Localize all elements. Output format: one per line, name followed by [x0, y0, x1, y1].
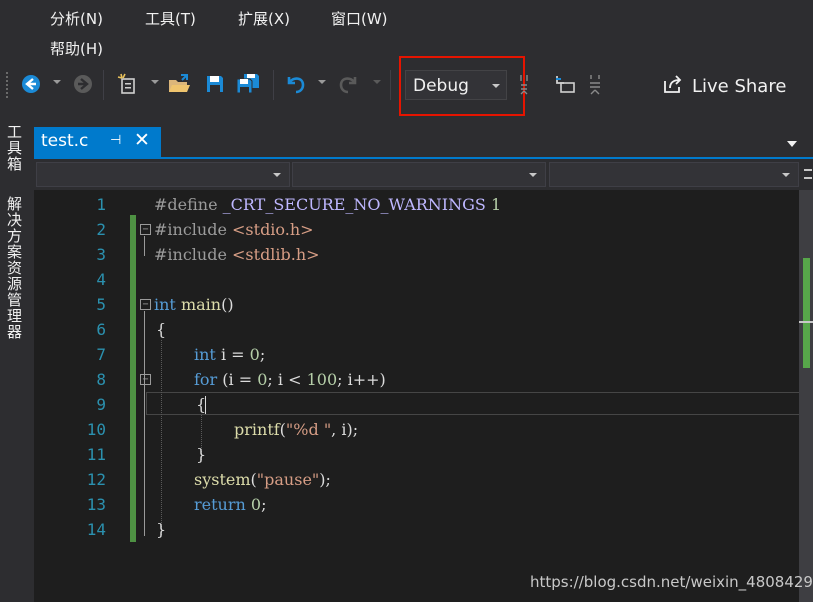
- text-cursor: [205, 396, 206, 414]
- new-project-icon[interactable]: [116, 72, 140, 96]
- line-number: 12: [86, 470, 106, 489]
- chevron-down-icon: [273, 173, 281, 177]
- back-icon[interactable]: [20, 72, 42, 96]
- project-dropdown[interactable]: [36, 162, 290, 187]
- line-number: 14: [86, 520, 106, 539]
- code-line: for (i = 0; i < 100; i++): [194, 370, 386, 389]
- member-dropdown[interactable]: [549, 162, 799, 187]
- collapse-icon[interactable]: −: [140, 374, 151, 385]
- step-icon[interactable]: [553, 72, 577, 96]
- chevron-down-icon: [492, 84, 500, 88]
- scrollbar-caret-marker: [799, 321, 813, 323]
- back-dropdown-arrow[interactable]: [53, 80, 61, 84]
- pin-icon[interactable]: ⊣: [110, 133, 121, 148]
- scrollbar-thumb[interactable]: [803, 258, 810, 368]
- side-rail: 工具箱 解决方案资源管理器: [0, 120, 30, 602]
- line-number: 10: [86, 420, 106, 439]
- line-number: 9: [96, 395, 106, 414]
- undo-dropdown-arrow[interactable]: [318, 80, 326, 84]
- tab-title: test.c: [41, 131, 89, 151]
- outline-guide: [144, 311, 145, 536]
- line-number: 3: [96, 245, 106, 264]
- code-line: #include <stdlib.h>: [154, 245, 320, 264]
- change-tracking-bar: [130, 215, 136, 542]
- menu-analyze[interactable]: 分析(N): [50, 8, 103, 29]
- line-number: 1: [96, 195, 106, 214]
- line-number: 11: [86, 445, 106, 464]
- line-number: 13: [86, 495, 106, 514]
- line-number: 7: [96, 345, 106, 364]
- navigation-bar: [34, 159, 813, 190]
- line-number: 6: [96, 320, 106, 339]
- open-folder-icon[interactable]: [166, 72, 192, 96]
- line-number-gutter: 1 2 3 4 5 6 7 8 9 10 11 12 13 14: [34, 190, 108, 602]
- solution-config-value: Debug: [413, 76, 469, 96]
- toolbar-separator: [390, 70, 391, 100]
- toolbar-separator: [103, 70, 104, 100]
- save-icon[interactable]: [203, 72, 227, 96]
- menu-help[interactable]: 帮助(H): [50, 38, 103, 59]
- code-editor[interactable]: 1 2 3 4 5 6 7 8 9 10 11 12 13 14 − − − #…: [34, 190, 813, 602]
- code-line: system("pause");: [194, 470, 331, 489]
- menu-tools[interactable]: 工具(T): [145, 8, 196, 29]
- code-line: }: [156, 520, 167, 539]
- menu-window[interactable]: 窗口(W): [331, 8, 388, 29]
- live-share-button[interactable]: Live Share: [662, 74, 786, 99]
- code-line: {: [156, 320, 167, 339]
- current-line-highlight: [146, 392, 800, 415]
- split-handle-icon[interactable]: [804, 169, 812, 179]
- solution-config-dropdown[interactable]: Debug: [405, 70, 507, 100]
- collapse-icon[interactable]: −: [140, 299, 151, 310]
- code-line: return 0;: [194, 495, 267, 514]
- close-icon[interactable]: ✕: [134, 129, 150, 151]
- indent-guide: [161, 340, 162, 535]
- redo-icon: [336, 72, 362, 96]
- forward-icon: [72, 72, 94, 96]
- chevron-down-icon: [529, 173, 537, 177]
- line-number: 2: [96, 220, 106, 239]
- collapse-icon[interactable]: −: [140, 224, 151, 235]
- solution-explorer-tab[interactable]: 解决方案资源管理器: [4, 196, 25, 340]
- code-line: int main(): [154, 295, 234, 314]
- comment-icon[interactable]: [587, 72, 603, 96]
- line-number: 5: [96, 295, 106, 314]
- live-share-label: Live Share: [692, 76, 787, 97]
- toolbar-grip[interactable]: [6, 72, 12, 98]
- tab-overflow-chevron-icon[interactable]: [787, 141, 797, 147]
- menu-extensions[interactable]: 扩展(X): [238, 8, 290, 29]
- watermark: https://blog.csdn.net/weixin_48084293: [530, 573, 813, 591]
- toolbar-separator: [273, 70, 274, 100]
- vertical-scrollbar[interactable]: [799, 190, 813, 602]
- code-line: #define _CRT_SECURE_NO_WARNINGS 1: [154, 195, 502, 214]
- code-line: #include <stdio.h>: [154, 220, 314, 239]
- redo-dropdown-arrow: [373, 80, 381, 84]
- code-line: }: [196, 445, 207, 464]
- scope-dropdown[interactable]: [292, 162, 546, 187]
- save-all-icon[interactable]: [234, 72, 262, 96]
- overflow-grip-icon[interactable]: [517, 72, 531, 96]
- toolbox-tab[interactable]: 工具箱: [4, 124, 25, 172]
- code-line: printf("%d ", i);: [234, 420, 359, 439]
- line-number: 4: [96, 270, 106, 289]
- code-line: int i = 0;: [194, 345, 266, 364]
- share-icon: [662, 74, 684, 99]
- tab-test-c[interactable]: test.c ⊣ ✕: [34, 127, 161, 158]
- chevron-down-icon: [782, 173, 790, 177]
- line-number: 8: [96, 370, 106, 389]
- undo-icon[interactable]: [282, 72, 308, 96]
- outline-guide: [144, 236, 145, 256]
- new-project-dropdown-arrow[interactable]: [151, 80, 159, 84]
